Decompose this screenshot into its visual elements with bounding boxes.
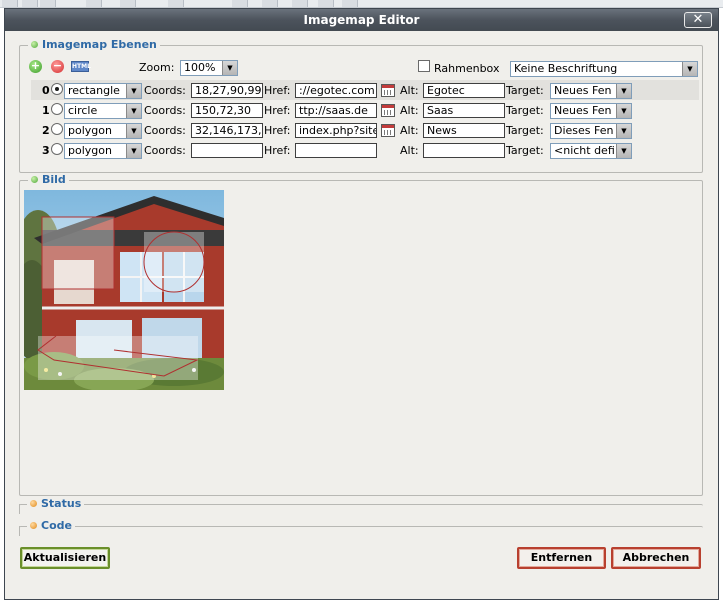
close-button[interactable]: ✕ <box>684 12 712 28</box>
layer-index: 1 <box>42 104 50 117</box>
target-select[interactable]: Neues Fen ▼ <box>550 83 632 99</box>
href-label: Href: <box>264 124 291 137</box>
zoom-label: Zoom: <box>139 61 175 74</box>
html-icon[interactable]: HTML <box>71 61 91 72</box>
href-input[interactable]: index.php?site <box>295 123 377 138</box>
chevron-down-icon: ▼ <box>616 104 631 118</box>
status-section: Status <box>19 497 703 514</box>
href-label: Href: <box>264 104 291 117</box>
href-input[interactable]: ://egotec.com <box>295 83 377 98</box>
coords-input[interactable]: 18,27,90,99 <box>191 83 263 98</box>
href-input[interactable] <box>295 143 377 158</box>
href-label: Href: <box>264 84 291 97</box>
section-bullet-icon <box>31 41 38 48</box>
chevron-down-icon: ▼ <box>126 144 141 158</box>
alt-input[interactable] <box>423 143 505 158</box>
layer-radio[interactable] <box>51 123 63 135</box>
shape-select[interactable]: polygon ▼ <box>64 143 142 159</box>
house-photo-graphic <box>24 190 224 390</box>
chevron-down-icon: ▼ <box>616 144 631 158</box>
shape-select[interactable]: polygon ▼ <box>64 123 142 139</box>
chevron-down-icon: ▼ <box>126 104 141 118</box>
chevron-down-icon: ▼ <box>616 124 631 138</box>
close-icon: ✕ <box>692 12 704 27</box>
layer-index: 0 <box>42 84 50 97</box>
coords-label: Coords: <box>144 104 186 117</box>
dialog-title: Imagemap Editor <box>5 9 718 31</box>
alt-label: Alt: <box>400 144 419 157</box>
shape-select[interactable]: rectangle ▼ <box>64 83 142 99</box>
chevron-down-icon: ▼ <box>126 84 141 98</box>
code-section: Code <box>19 519 703 536</box>
layer-radio[interactable] <box>51 103 63 115</box>
frame-checkbox[interactable] <box>418 60 430 72</box>
chevron-down-icon: ▼ <box>222 61 237 75</box>
add-layer-icon[interactable]: + <box>29 60 42 73</box>
image-legend: Bild <box>28 173 69 187</box>
target-select[interactable]: Neues Fen ▼ <box>550 103 632 119</box>
layers-legend: Imagemap Ebenen <box>28 38 160 52</box>
coords-input[interactable]: 150,72,30 <box>191 103 263 118</box>
coords-label: Coords: <box>144 84 186 97</box>
remove-button[interactable]: Entfernen <box>517 547 606 569</box>
link-browser-icon[interactable] <box>381 124 395 137</box>
alt-label: Alt: <box>400 84 419 97</box>
shape-select[interactable]: circle ▼ <box>64 103 142 119</box>
href-input[interactable]: ttp://saas.de <box>295 103 377 118</box>
alt-label: Alt: <box>400 124 419 137</box>
zoom-select[interactable]: 100% ▼ <box>180 60 238 76</box>
chevron-down-icon: ▼ <box>616 84 631 98</box>
section-bullet-icon <box>31 176 38 183</box>
coords-label: Coords: <box>144 144 186 157</box>
target-label: Target: <box>506 104 544 117</box>
code-left-border <box>19 526 20 536</box>
alt-label: Alt: <box>400 104 419 117</box>
status-left-border <box>19 504 20 514</box>
coords-input[interactable]: 32,146,173, <box>191 123 263 138</box>
caption-select[interactable]: Keine Beschriftung ▼ <box>510 61 698 77</box>
alt-input[interactable]: Egotec <box>423 83 505 98</box>
background-toolbar-strip <box>0 0 723 8</box>
collapsed-bullet-icon <box>30 500 37 507</box>
target-label: Target: <box>506 124 544 137</box>
code-legend[interactable]: Code <box>27 519 75 533</box>
href-label: Href: <box>264 144 291 157</box>
link-browser-icon[interactable] <box>381 104 395 117</box>
alt-input[interactable]: Saas <box>423 103 505 118</box>
collapsed-bullet-icon <box>30 522 37 529</box>
layer-index: 3 <box>42 144 50 157</box>
link-browser-icon[interactable] <box>381 84 395 97</box>
chevron-down-icon: ▼ <box>682 62 697 76</box>
frame-label: Rahmenbox <box>434 62 500 75</box>
chevron-down-icon: ▼ <box>126 124 141 138</box>
status-legend[interactable]: Status <box>27 497 85 511</box>
house-image[interactable] <box>24 190 224 390</box>
layer-index: 2 <box>42 124 50 137</box>
coords-label: Coords: <box>144 124 186 137</box>
remove-layer-icon[interactable]: − <box>51 60 64 73</box>
target-label: Target: <box>506 84 544 97</box>
imagemap-editor-dialog: Imagemap Editor ✕ Imagemap Ebenen + − HT… <box>4 8 719 600</box>
layer-radio[interactable] <box>51 143 63 155</box>
layer-radio[interactable] <box>51 83 63 95</box>
coords-input[interactable] <box>191 143 263 158</box>
alt-input[interactable]: News <box>423 123 505 138</box>
update-button[interactable]: Aktualisieren <box>20 547 110 569</box>
target-select[interactable]: <nicht defi ▼ <box>550 143 632 159</box>
layers-section: Imagemap Ebenen + − HTML Zoom: 100% ▼ Rah… <box>19 38 703 173</box>
target-select[interactable]: Dieses Fen ▼ <box>550 123 632 139</box>
cancel-button[interactable]: Abbrechen <box>611 547 701 569</box>
target-label: Target: <box>506 144 544 157</box>
